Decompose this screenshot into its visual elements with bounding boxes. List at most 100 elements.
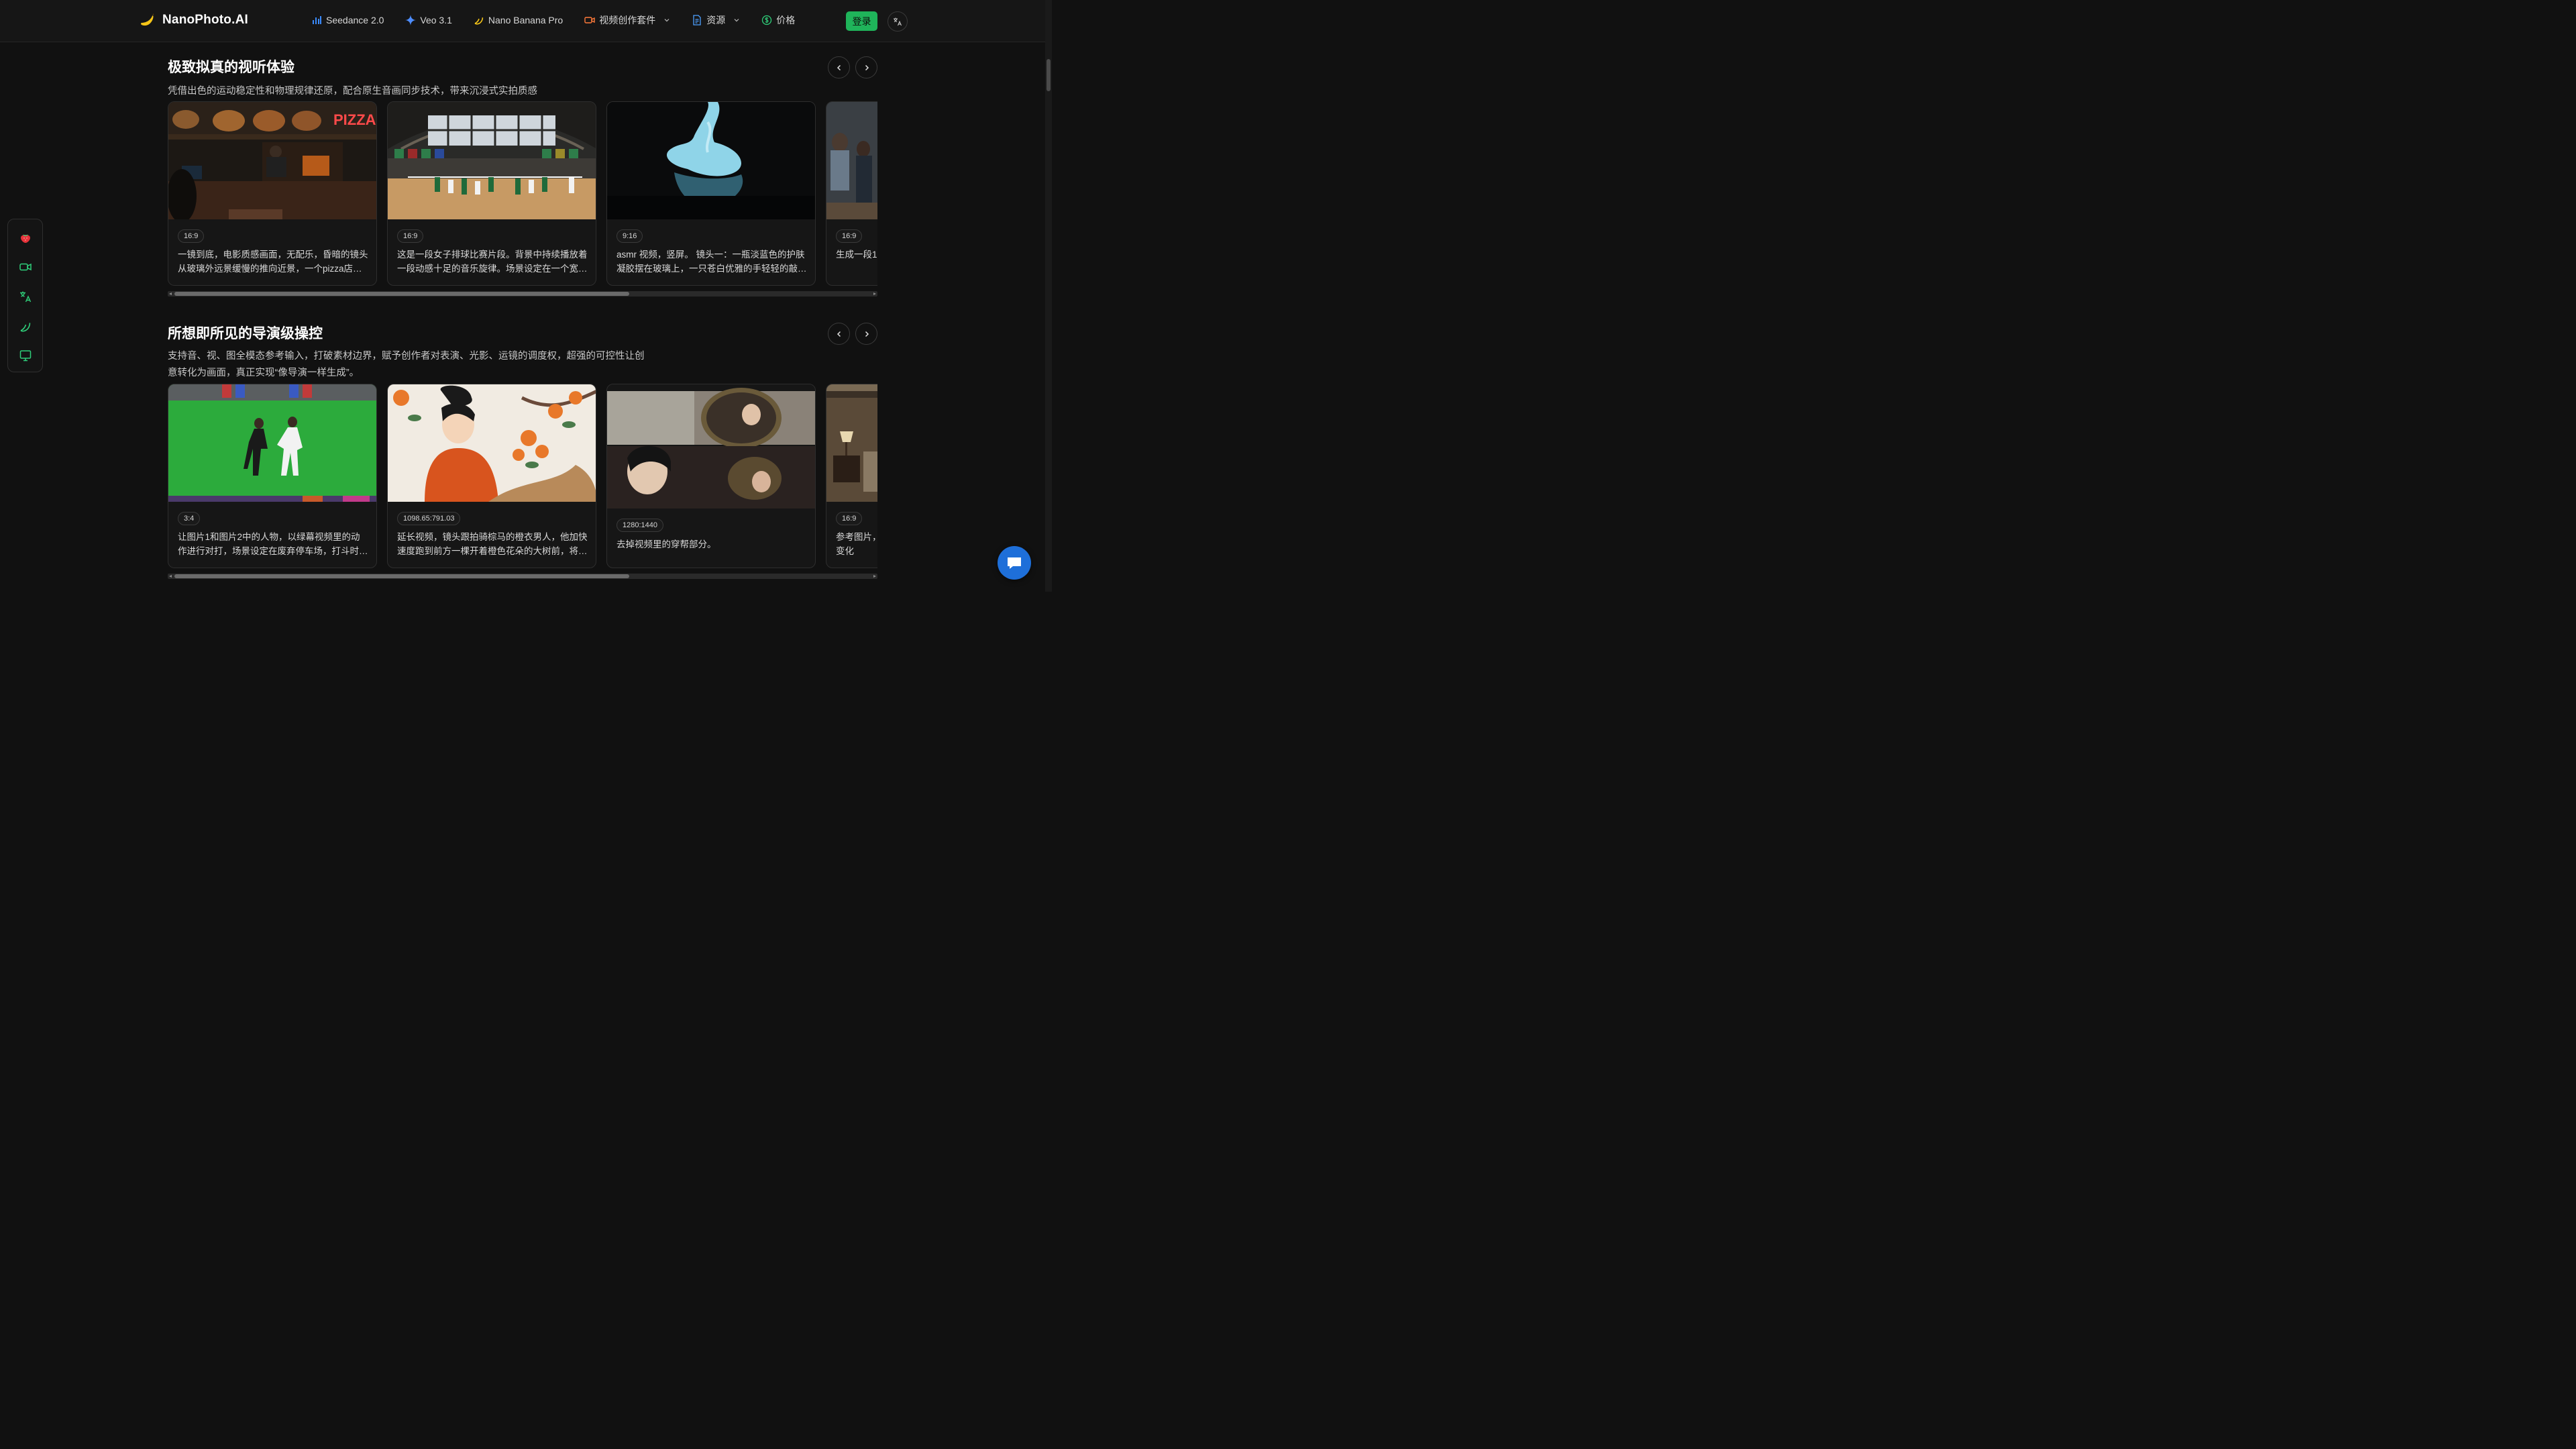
video-caption: 延长视频，镜头跟拍骑棕马的橙衣男人，他加快速度跑到前方一棵开着橙色花朵的大树前，… xyxy=(397,532,588,556)
nav-item-veo[interactable]: Veo 3.1 xyxy=(405,15,452,25)
aspect-ratio-badge: 1280:1440 xyxy=(616,519,663,532)
video-caption: 生成一段15秒的城市街头的灯光视频 xyxy=(836,250,877,260)
login-button[interactable]: 登录 xyxy=(846,11,877,31)
video-thumbnail xyxy=(826,102,877,219)
brand-logo[interactable]: NanoPhoto.AI xyxy=(140,12,248,28)
page-scrollbar[interactable] xyxy=(1045,0,1052,592)
chevron-down-icon xyxy=(734,19,739,22)
bar-chart-icon xyxy=(313,16,321,24)
nav-item-pricing[interactable]: 价格 xyxy=(761,13,795,27)
video-caption: 去掉视频里的穿帮部分。 xyxy=(616,539,716,549)
sidebar-item-monitor[interactable] xyxy=(18,348,33,363)
aspect-ratio-badge: 9:16 xyxy=(616,229,643,243)
floating-tool-sidebar xyxy=(7,219,43,372)
nav-label: Nano Banana Pro xyxy=(488,15,564,25)
monitor-icon xyxy=(19,350,32,362)
nav-label: Seedance 2.0 xyxy=(326,15,384,25)
aspect-ratio-badge: 16:9 xyxy=(836,229,863,243)
language-switch-button[interactable] xyxy=(888,11,908,32)
svg-text:PIZZA: PIZZA xyxy=(333,111,376,128)
video-thumbnail xyxy=(607,102,815,219)
section-director-control: 所想即所见的导演级操控 支持音、视、图全模态参考输入，打破素材边界，赋予创作者对… xyxy=(168,323,877,584)
chevron-left-icon xyxy=(837,331,841,337)
scroll-left-arrow[interactable] xyxy=(169,575,172,578)
video-carousel: PIZZA 16:9 一镜到底，电影质感画面，无配乐，昏暗的镜头从玻璃外远景缓慢… xyxy=(168,101,877,286)
video-thumbnail: PIZZA xyxy=(168,102,376,219)
carousel-next-button[interactable] xyxy=(855,56,877,78)
sparkle-icon xyxy=(405,15,417,25)
nav-item-video-suite[interactable]: 视频创作套件 xyxy=(584,13,670,27)
banana-icon xyxy=(474,17,484,25)
carousel-next-button[interactable] xyxy=(855,323,877,345)
banana-icon xyxy=(141,13,154,26)
nav-label: 资源 xyxy=(706,15,726,25)
banana-icon xyxy=(20,323,31,332)
nav-label: 价格 xyxy=(776,15,796,25)
carousel-scrollbar[interactable] xyxy=(168,574,877,579)
carousel-scrollbar-thumb[interactable] xyxy=(174,574,629,578)
page-scrollbar-thumb[interactable] xyxy=(1046,59,1051,91)
strawberry-icon xyxy=(21,234,30,243)
dollar-icon xyxy=(762,15,772,25)
video-card[interactable]: 16:9 生成一段15秒的城市街头的灯光视频 xyxy=(826,101,877,286)
section-description: 支持音、视、图全模态参考输入，打破素材边界，赋予创作者对表演、光影、运镜的调度权… xyxy=(168,351,645,378)
video-card[interactable]: 1098.65:791.03 延长视频，镜头跟拍骑棕马的橙衣男人，他加快速度跑到… xyxy=(387,384,596,568)
section-realistic-av: 极致拟真的视听体验 凭借出色的运动稳定性和物理规律还原，配合原生音画同步技术，带… xyxy=(168,56,877,299)
scroll-right-arrow[interactable] xyxy=(873,292,876,295)
video-card[interactable]: 9:16 asmr 视频，竖屏。 镜头一：一瓶淡蓝色的护肤凝胶摆在玻璃上，一只苍… xyxy=(606,101,816,286)
sidebar-item-banana[interactable] xyxy=(18,319,33,333)
video-thumbnail xyxy=(607,384,815,508)
main-nav: Seedance 2.0 Veo 3.1 Nano Banana Pro 视频创… xyxy=(311,13,816,27)
translate-icon xyxy=(894,17,902,26)
carousel-controls xyxy=(828,323,877,345)
carousel-scrollbar[interactable] xyxy=(168,291,877,297)
video-caption: 这是一段女子排球比赛片段。背景中持续播放着一段动感十足的音乐旋律。场景设定在一个… xyxy=(397,250,588,274)
video-thumbnail xyxy=(168,384,376,502)
video-thumbnail xyxy=(826,384,877,502)
chevron-right-icon xyxy=(865,331,869,337)
chevron-right-icon xyxy=(865,64,869,70)
sidebar-item-translate[interactable] xyxy=(18,289,33,304)
video-camera-icon xyxy=(584,17,595,23)
carousel-prev-button[interactable] xyxy=(828,56,850,78)
sidebar-item-strawberry[interactable] xyxy=(18,230,33,245)
chat-bubble-icon xyxy=(1008,557,1021,569)
chat-support-button[interactable] xyxy=(998,546,1031,580)
video-card[interactable]: PIZZA 16:9 一镜到底，电影质感画面，无配乐，昏暗的镜头从玻璃外远景缓慢… xyxy=(168,101,377,286)
video-card[interactable]: 3:4 让图片1和图片2中的人物，以绿幕视频里的动作进行对打，场景设定在废弃停车… xyxy=(168,384,377,568)
top-navigation-bar: NanoPhoto.AI Seedance 2.0 Veo 3.1 Nano B… xyxy=(0,0,1045,42)
section-title: 极致拟真的视听体验 xyxy=(168,60,294,75)
nav-item-seedance[interactable]: Seedance 2.0 xyxy=(311,15,384,25)
nav-label: Veo 3.1 xyxy=(420,15,452,25)
carousel-prev-button[interactable] xyxy=(828,323,850,345)
video-caption: 让图片1和图片2中的人物，以绿幕视频里的动作进行对打，场景设定在废弃停车场，打斗… xyxy=(178,532,368,556)
aspect-ratio-badge: 16:9 xyxy=(836,512,863,525)
sidebar-item-video[interactable] xyxy=(18,260,33,274)
video-caption: 一镜到底，电影质感画面，无配乐，昏暗的镜头从玻璃外远景缓慢的推向近景，一个piz… xyxy=(178,250,368,274)
video-carousel: 3:4 让图片1和图片2中的人物，以绿幕视频里的动作进行对打，场景设定在废弃停车… xyxy=(168,384,877,569)
nav-item-resources[interactable]: 资源 xyxy=(692,13,740,27)
video-card[interactable]: 1280:1440 去掉视频里的穿帮部分。 xyxy=(606,384,816,568)
video-caption: asmr 视频，竖屏。 镜头一：一瓶淡蓝色的护肤凝胶摆在玻璃上，一只苍白优雅的手… xyxy=(616,250,807,274)
aspect-ratio-badge: 3:4 xyxy=(178,512,201,525)
video-thumbnail xyxy=(388,102,596,219)
brand-name: NanoPhoto.AI xyxy=(162,13,248,27)
aspect-ratio-badge: 16:9 xyxy=(397,229,424,243)
carousel-scrollbar-thumb[interactable] xyxy=(174,292,629,296)
video-camera-icon xyxy=(19,263,32,271)
aspect-ratio-badge: 1098.65:791.03 xyxy=(397,512,461,525)
video-card[interactable]: 16:9 这是一段女子排球比赛片段。背景中持续播放着一段动感十足的音乐旋律。场景… xyxy=(387,101,596,286)
chevron-down-icon xyxy=(664,19,669,22)
video-card[interactable]: 16:9 参考图片，延时动画，展示房间从白天到夜晚的变化 xyxy=(826,384,877,568)
carousel-controls xyxy=(828,56,877,78)
nav-label: 视频创作套件 xyxy=(599,15,656,25)
nav-item-nano-banana[interactable]: Nano Banana Pro xyxy=(474,15,563,25)
document-icon xyxy=(693,15,701,25)
chevron-left-icon xyxy=(837,64,841,70)
section-title: 所想即所见的导演级操控 xyxy=(168,326,323,341)
scroll-right-arrow[interactable] xyxy=(873,575,876,578)
video-thumbnail xyxy=(388,384,596,502)
scroll-left-arrow[interactable] xyxy=(169,292,172,295)
translate-icon xyxy=(20,291,32,303)
aspect-ratio-badge: 16:9 xyxy=(178,229,205,243)
